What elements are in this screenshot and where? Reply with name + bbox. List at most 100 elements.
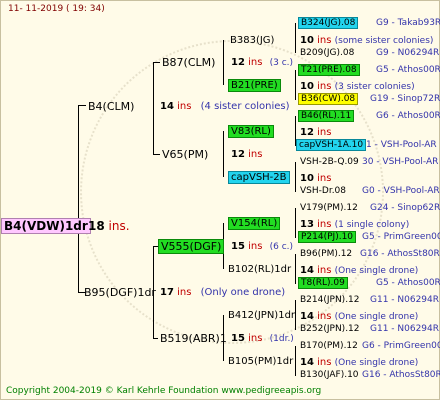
gen4-queen: B324(JG).08 bbox=[298, 17, 359, 30]
ins-note: (1 single colony) bbox=[334, 220, 410, 230]
gen4-queen: B130(JAF).10 bbox=[300, 369, 359, 382]
gen3-name[interactable]: B21(PRE) bbox=[228, 79, 281, 92]
gen4-queen: B170(PM).12 bbox=[300, 340, 358, 353]
connector bbox=[223, 131, 224, 177]
ins-note: (3 c.) bbox=[269, 58, 294, 68]
connector bbox=[153, 154, 160, 155]
gen4-info: G5 - PrimGreen00 bbox=[362, 232, 440, 242]
copyright-footer[interactable]: Copyright 2004-2019 © Karl Kehrle Founda… bbox=[6, 385, 321, 398]
gen4-name[interactable]: B252(JPN).12 bbox=[300, 324, 360, 334]
gen4-queen: B96(PM).12 bbox=[300, 248, 352, 261]
gen4-queen: B214(JPN).12 bbox=[300, 294, 360, 307]
ins-note: (Only one drone) bbox=[200, 287, 286, 298]
connector bbox=[78, 105, 86, 106]
gen4-name[interactable]: B170(PM).12 bbox=[300, 341, 358, 351]
ins-label: ins bbox=[317, 311, 332, 322]
ins-label: ins bbox=[317, 173, 332, 184]
connector bbox=[153, 338, 158, 339]
ins-note: (One single drone) bbox=[334, 312, 419, 322]
gen4-name[interactable]: VSH-Dr.08 bbox=[300, 186, 346, 196]
ins-label: ins bbox=[177, 101, 192, 112]
gen2-inbreeding: 15 ins (1dr.) bbox=[231, 332, 294, 346]
root-ins-label: ins. bbox=[108, 219, 130, 233]
gen3-name[interactable]: B105(PM)1dr bbox=[228, 356, 293, 367]
connector bbox=[153, 62, 154, 154]
gen3-queen: B21(PRE) bbox=[228, 79, 281, 92]
gen4-queen: T8(RL).09 bbox=[298, 277, 348, 290]
ins-count: 14 bbox=[300, 357, 314, 368]
gen2-name[interactable]: B87(CLM) bbox=[162, 56, 215, 69]
gen4-name[interactable]: B96(PM).12 bbox=[300, 249, 352, 259]
gen4-name[interactable]: B324(JG).08 bbox=[298, 17, 359, 29]
gen3-name[interactable]: B383(JG) bbox=[230, 35, 274, 46]
gen3-name[interactable]: capVSH-2B bbox=[228, 171, 290, 184]
gen4-name[interactable]: VSH-2B-Q.09 bbox=[300, 157, 359, 167]
gen3-inbreeding: 10 ins bbox=[300, 172, 331, 185]
gen2-name[interactable]: V555(DGF) bbox=[158, 239, 225, 254]
gen4-queen: VSH-2B-Q.09 bbox=[300, 156, 359, 169]
root-inbreeding: 18 ins. bbox=[88, 220, 130, 233]
gen4-name[interactable]: capVSH-1A.10 bbox=[296, 139, 367, 151]
gen4-queen: VSH-Dr.08 bbox=[300, 185, 346, 198]
connector bbox=[295, 346, 296, 376]
ins-label: ins bbox=[177, 287, 192, 298]
gen4-queen: B252(JPN).12 bbox=[300, 323, 360, 336]
gen3-name[interactable]: V154(RL) bbox=[228, 217, 281, 230]
gen3-inbreeding: 13 ins (1 single colony) bbox=[300, 218, 409, 232]
gen4-name[interactable]: B209(JG).08 bbox=[300, 48, 354, 58]
gen3-inbreeding: 12 ins bbox=[300, 126, 331, 139]
gen4-info: 30 - VSH-Pool-AR bbox=[362, 157, 439, 167]
gen4-name[interactable]: P214(PJ).10 bbox=[298, 231, 357, 243]
ins-count: 12 bbox=[231, 149, 245, 160]
gen4-info: G11 - N06294R bbox=[370, 295, 440, 305]
gen4-info: G24 - Sinop62R bbox=[370, 203, 440, 213]
ins-note: (One single drone) bbox=[334, 358, 419, 368]
ins-count: 15 bbox=[231, 241, 245, 252]
gen2-queen: B87(CLM) bbox=[162, 56, 215, 69]
gen2-queen: V555(DGF) bbox=[158, 239, 225, 254]
dam-name[interactable]: B4(CLM) bbox=[88, 100, 134, 113]
gen3-name[interactable]: V83(RL) bbox=[228, 125, 274, 138]
gen4-queen: B36(CW).08 bbox=[298, 93, 359, 106]
ins-label: ins bbox=[248, 57, 263, 68]
gen4-name[interactable]: B36(CW).08 bbox=[298, 93, 359, 105]
gen4-info: G6 - Athos00R bbox=[376, 111, 440, 121]
gen4-info: G9 - N06294R bbox=[376, 48, 440, 58]
gen4-info: G5 - Athos00R bbox=[376, 278, 440, 288]
ins-count: 10 bbox=[300, 81, 314, 92]
ins-count: 15 bbox=[231, 333, 245, 344]
ins-label: ins bbox=[317, 357, 332, 368]
gen2-name[interactable]: V65(PM) bbox=[162, 148, 208, 161]
connector bbox=[295, 300, 296, 330]
root-queen-name[interactable]: B4(VDW)1dr bbox=[1, 218, 91, 234]
gen3-inbreeding: 10 ins (3 sister colonies) bbox=[300, 80, 415, 94]
ins-count: 17 bbox=[160, 287, 174, 298]
connector bbox=[295, 23, 296, 53]
sire-name[interactable]: B95(DGF)1dr bbox=[84, 286, 156, 299]
ins-note: (4 sister colonies) bbox=[200, 101, 290, 112]
gen4-name[interactable]: B46(RL).11 bbox=[298, 110, 355, 122]
ins-count: 14 bbox=[300, 265, 314, 276]
gen3-name[interactable]: B412(JPN)1dr bbox=[228, 310, 295, 321]
gen2-inbreeding: 15 ins (6 c.) bbox=[231, 240, 293, 254]
gen3-inbreeding: 10 ins (some sister colonies) bbox=[300, 34, 433, 48]
gen2-queen: V65(PM) bbox=[162, 148, 208, 161]
gen4-name[interactable]: T21(PRE).08 bbox=[298, 64, 360, 76]
gen4-name[interactable]: V179(PM).12 bbox=[300, 203, 358, 213]
gen4-queen: V179(PM).12 bbox=[300, 202, 358, 215]
gen4-name[interactable]: B214(JPN).12 bbox=[300, 295, 360, 305]
ins-count: 14 bbox=[160, 101, 174, 112]
gen3-inbreeding: 14 ins (One single drone) bbox=[300, 264, 418, 278]
gen4-queen: B209(JG).08 bbox=[300, 47, 354, 60]
gen4-name[interactable]: T8(RL).09 bbox=[298, 277, 348, 289]
gen4-info: G6 - PrimGreen00 bbox=[362, 341, 440, 351]
gen4-queen: B46(RL).11 bbox=[298, 110, 355, 123]
gen4-queen: P214(PJ).10 bbox=[298, 231, 357, 244]
gen3-name[interactable]: B102(RL)1dr bbox=[228, 264, 291, 275]
gen2-name[interactable]: B519(ABR)1 bbox=[160, 332, 227, 345]
ins-label: ins bbox=[317, 81, 332, 92]
ins-label: ins bbox=[248, 149, 263, 160]
gen3-inbreeding: 14 ins (One single drone) bbox=[300, 310, 418, 324]
ins-count: 13 bbox=[300, 219, 314, 230]
gen4-name[interactable]: B130(JAF).10 bbox=[300, 370, 359, 380]
